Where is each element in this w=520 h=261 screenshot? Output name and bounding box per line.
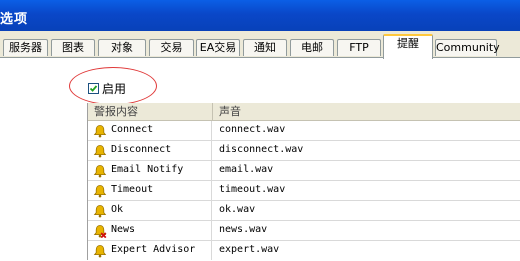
event-row[interactable]: Email Notify email.wav <box>88 161 520 181</box>
event-name: Timeout <box>111 184 154 195</box>
event-sound-file: expert.wav <box>219 244 280 255</box>
enable-toggle[interactable]: 启用 <box>88 80 126 96</box>
tab-strip: 服务器 图表 对象 交易 EA交易 通知 电邮 FTP 提醒 Community <box>0 31 520 59</box>
event-cell: Disconnect <box>88 141 212 161</box>
tab-objects[interactable]: 对象 <box>98 39 146 56</box>
event-name: Email Notify <box>111 164 184 175</box>
tab-email[interactable]: 电邮 <box>290 39 334 56</box>
tab-server[interactable]: 服务器 <box>3 39 48 56</box>
bell-disabled-icon <box>93 225 107 238</box>
event-sound-file: email.wav <box>219 164 274 175</box>
event-cell: Connect <box>88 121 212 141</box>
tab-notifications[interactable]: 通知 <box>243 39 287 56</box>
event-name: Ok <box>111 204 124 215</box>
event-sound-file: ok.wav <box>219 204 256 215</box>
bell-icon <box>93 205 107 218</box>
event-row[interactable]: Expert Advisor expert.wav <box>88 241 520 260</box>
event-cell: Email Notify <box>88 161 212 181</box>
event-cell: Timeout <box>88 181 212 201</box>
event-row[interactable]: Ok ok.wav <box>88 201 520 221</box>
tab-ftp[interactable]: FTP <box>337 39 381 56</box>
event-cell: Ok <box>88 201 212 221</box>
tab-expert-advisors[interactable]: EA交易 <box>196 39 240 56</box>
window-title: 选项 <box>0 12 29 27</box>
event-row[interactable]: Timeout timeout.wav <box>88 181 520 201</box>
event-name: Expert Advisor <box>111 244 196 255</box>
tab-events[interactable]: 提醒 <box>383 34 433 59</box>
event-name: News <box>111 224 136 235</box>
enable-checkbox[interactable] <box>88 82 99 94</box>
bell-icon <box>93 185 107 198</box>
bell-icon <box>93 165 107 178</box>
event-row[interactable]: Disconnect disconnect.wav <box>88 141 520 161</box>
event-sound-file: connect.wav <box>219 124 286 135</box>
list-header: 警报内容 声音 <box>88 103 520 121</box>
bell-icon <box>93 145 107 158</box>
column-header-sound[interactable]: 声音 <box>212 103 241 120</box>
check-icon <box>89 84 98 92</box>
event-cell: News <box>88 221 212 241</box>
event-sound-file: news.wav <box>219 224 268 235</box>
column-header-event[interactable]: 警报内容 <box>94 103 138 120</box>
tab-charts[interactable]: 图表 <box>51 39 95 56</box>
event-sound-file: timeout.wav <box>219 184 286 195</box>
event-name: Disconnect <box>111 144 172 155</box>
event-row[interactable]: Connect connect.wav <box>88 121 520 141</box>
event-cell: Expert Advisor <box>88 241 212 260</box>
enable-label: 启用 <box>102 81 127 96</box>
window-titlebar: 选项 <box>0 0 520 31</box>
event-name: Connect <box>111 124 154 135</box>
tab-trade[interactable]: 交易 <box>149 39 194 56</box>
tab-community[interactable]: Community <box>435 39 500 56</box>
event-row[interactable]: News news.wav <box>88 221 520 241</box>
events-list[interactable]: 警报内容 声音 Connect connect.wav Disconnect disc… <box>87 103 520 260</box>
bell-icon <box>93 125 107 138</box>
bell-icon <box>93 245 107 258</box>
event-sound-file: disconnect.wav <box>219 144 304 155</box>
